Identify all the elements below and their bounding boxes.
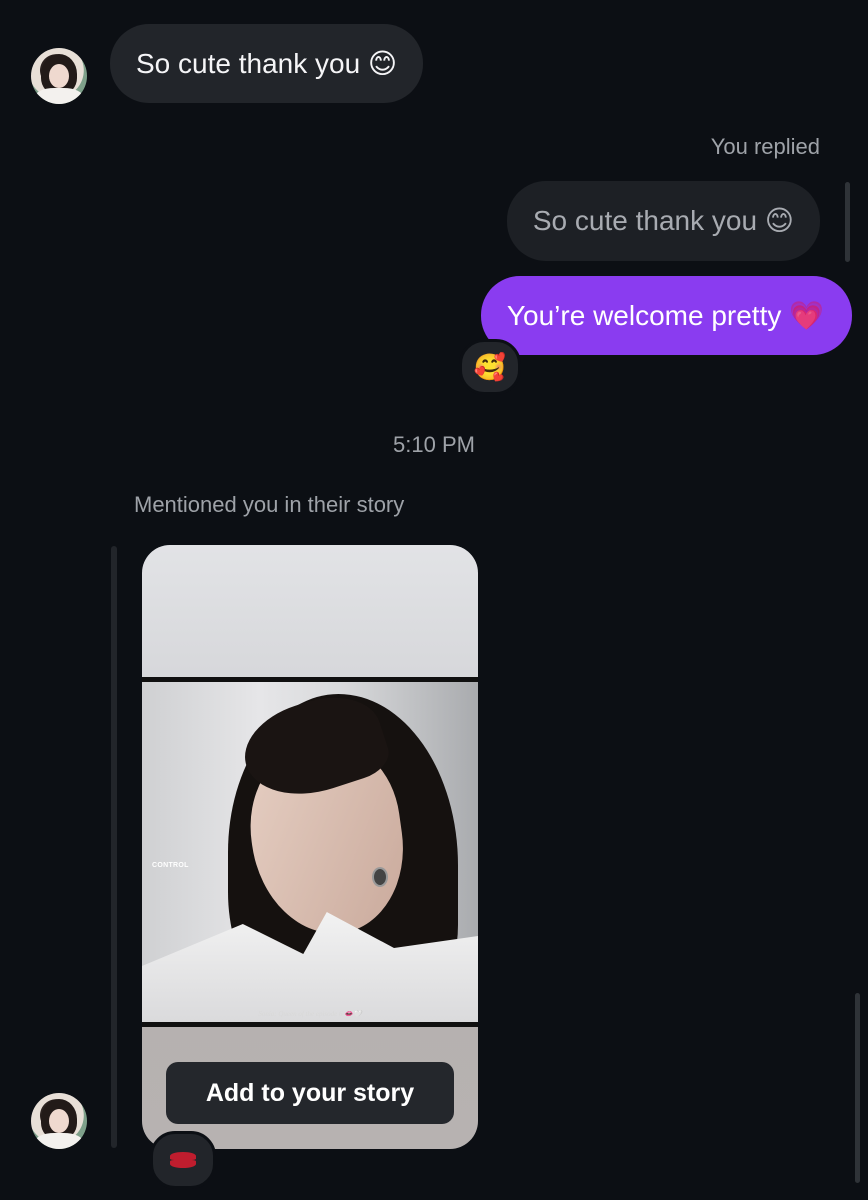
reaction-emoji: 🥰 [473,351,507,382]
outgoing-message-bubble[interactable]: You’re welcome pretty 💗 [480,276,852,355]
avatar-shirt [35,88,83,104]
reply-label: You replied [710,134,820,159]
add-to-story-button[interactable]: Add to your story [166,1062,454,1124]
incoming-message-text: So cute thank you 😊 [136,47,398,79]
kiss-mark-icon [170,1152,196,1168]
scrollbar-thumb-bottom[interactable] [855,993,860,1183]
quoted-message-bubble[interactable]: So cute thank you 😊 [506,181,820,261]
reaction-kiss-mark-icon[interactable] [150,1131,216,1189]
story-card[interactable]: CONTROL Sonia: Queen of the episode 6 👄🤍… [142,545,478,1149]
reaction-smiling-face-with-hearts-icon[interactable]: 🥰 [459,339,521,395]
incoming-message-bubble[interactable]: So cute thank you 😊 [110,24,424,103]
avatar-face [49,1109,69,1133]
story-photo-earring [372,867,388,887]
story-overlay-text: CONTROL [152,862,189,869]
avatar-shirt [35,1133,83,1149]
contact-avatar-bottom[interactable] [31,1093,87,1149]
story-mention-label: Mentioned you in their story [134,492,405,517]
scrollbar-thumb-top[interactable] [845,182,850,262]
quoted-message-text: So cute thank you 😊 [532,205,794,236]
story-photo: CONTROL Sonia: Queen of the episode 6 👄🤍 [142,677,478,1027]
outgoing-message-text: You’re welcome pretty 💗 [506,299,824,331]
avatar-face [49,64,69,88]
timestamp: 5:10 PM [393,432,475,457]
story-reply-bar [111,546,117,1148]
contact-avatar[interactable] [31,48,87,104]
add-to-story-label: Add to your story [205,1078,415,1107]
story-caption: Sonia: Queen of the episode 6 👄🤍 [258,1010,362,1018]
